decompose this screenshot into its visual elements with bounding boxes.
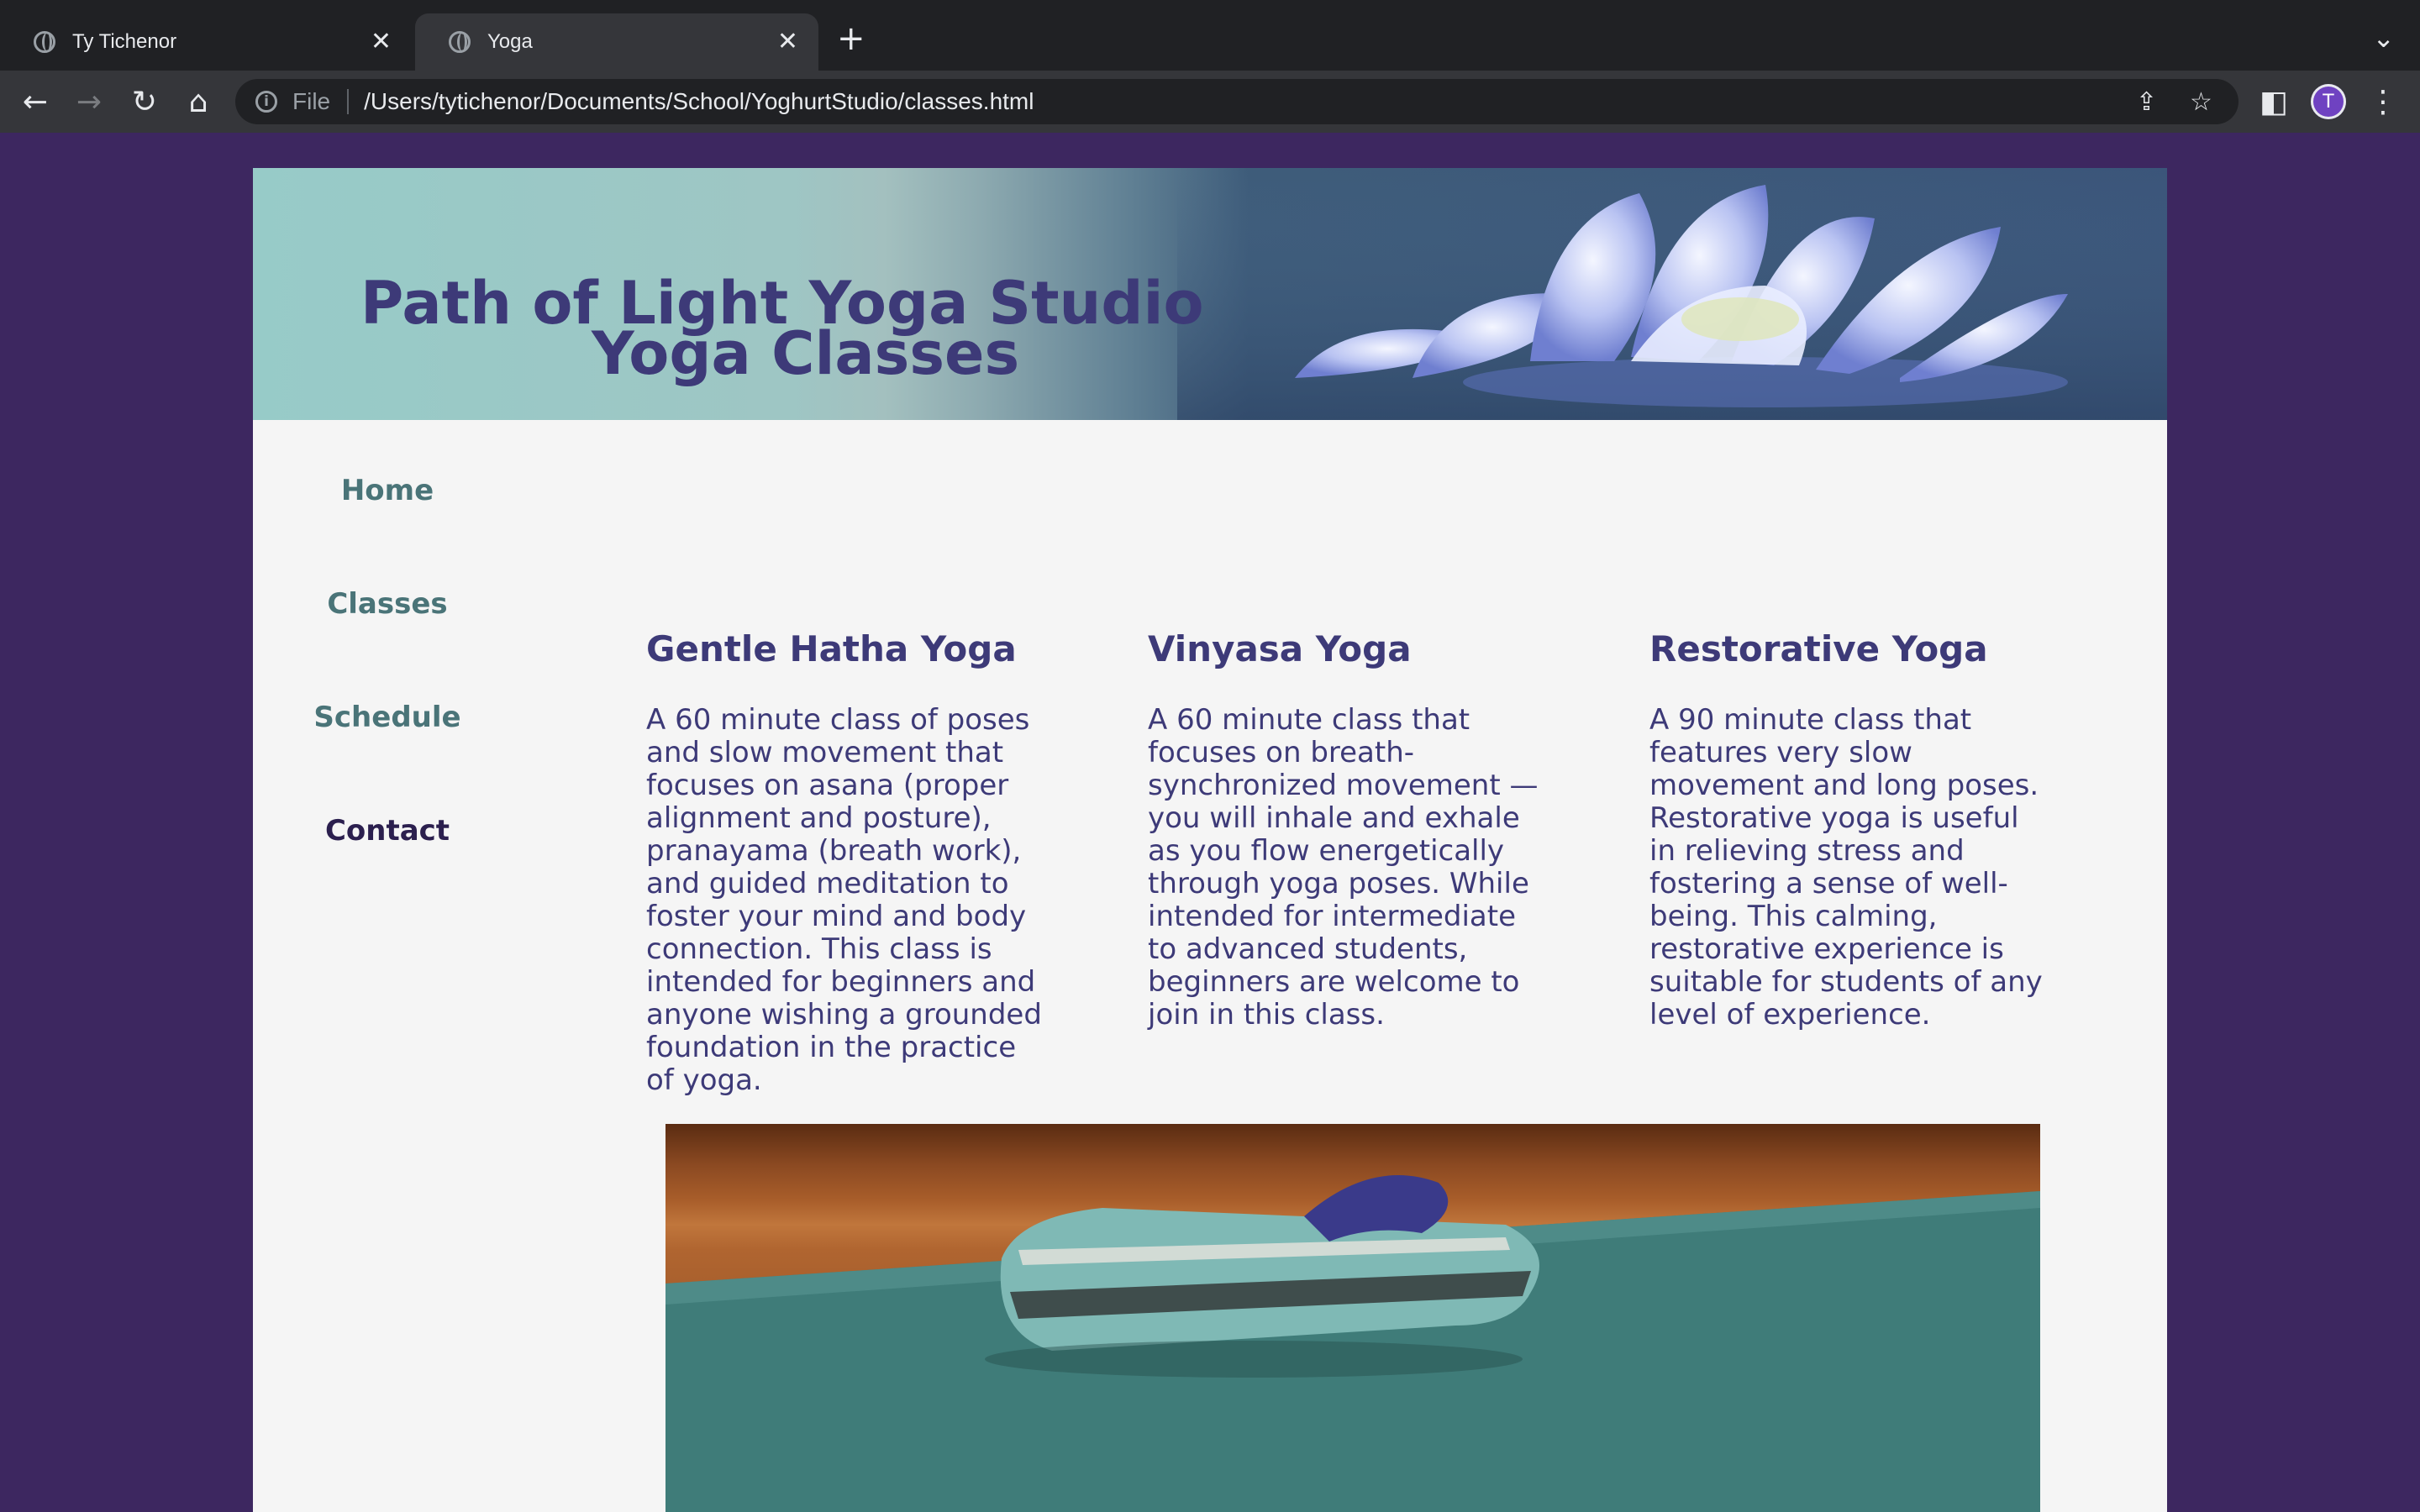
chevron-down-icon[interactable]: ⌄ [2372, 22, 2395, 54]
globe-icon [34, 31, 55, 53]
class-description: A 60 minute class that focuses on breath… [1148, 703, 1539, 1032]
profile-avatar[interactable]: T [2311, 84, 2346, 119]
browser-toolbar: ← → ↻ ⌂ i File /Users/tytichenor/Documen… [0, 71, 2420, 133]
address-separator [347, 89, 350, 114]
address-scheme: File [292, 88, 331, 114]
share-icon[interactable]: ⇪ [2136, 79, 2157, 124]
new-tab-button[interactable]: + [837, 22, 865, 55]
back-icon[interactable]: ← [12, 71, 59, 133]
menu-icon[interactable]: ⋮ [2360, 71, 2407, 133]
close-icon[interactable]: ✕ [362, 29, 392, 55]
reload-icon[interactable]: ↻ [121, 71, 168, 133]
tab-strip: Ty Tichenor ✕ Yoga ✕ + ⌄ [0, 0, 2420, 71]
tab-yoga[interactable]: Yoga ✕ [415, 13, 818, 71]
header-banner: Path of Light Yoga Studio [253, 168, 2167, 420]
class-title: Vinyasa Yoga [1148, 628, 1412, 669]
globe-icon [449, 31, 471, 53]
tab-ty-tichenor[interactable]: Ty Tichenor ✕ [0, 13, 412, 71]
page-heading: Yoga Classes [592, 319, 1020, 388]
info-icon[interactable]: i [255, 91, 277, 113]
tab-title: Ty Tichenor [72, 30, 177, 53]
class-description: A 60 minute class of poses and slow move… [646, 703, 1042, 1097]
address-bar[interactable]: i File /Users/tytichenor/Documents/Schoo… [235, 79, 2238, 124]
page-container: Path of Light Yoga Studio Home Classes S… [253, 168, 2167, 1512]
side-panel-icon[interactable]: ◧ [2250, 71, 2297, 133]
forward-icon[interactable]: → [66, 71, 113, 133]
nav-classes[interactable]: Classes [253, 587, 522, 621]
home-icon[interactable]: ⌂ [175, 71, 222, 133]
bookmark-star-icon[interactable]: ☆ [2190, 79, 2212, 124]
yoga-mat-illustration [666, 1175, 2040, 1512]
class-title: Restorative Yoga [1649, 628, 1988, 669]
class-title: Gentle Hatha Yoga [646, 628, 1017, 669]
nav-contact[interactable]: Contact [253, 814, 522, 848]
close-icon[interactable]: ✕ [769, 29, 798, 55]
nav-home[interactable]: Home [253, 474, 522, 507]
tab-title: Yoga [487, 30, 533, 53]
class-description: A 90 minute class that features very slo… [1649, 703, 2043, 1032]
yoga-mat-image [666, 1124, 2040, 1512]
nav-schedule[interactable]: Schedule [253, 701, 522, 734]
address-url[interactable]: /Users/tytichenor/Documents/School/Yoghu… [364, 88, 1034, 115]
